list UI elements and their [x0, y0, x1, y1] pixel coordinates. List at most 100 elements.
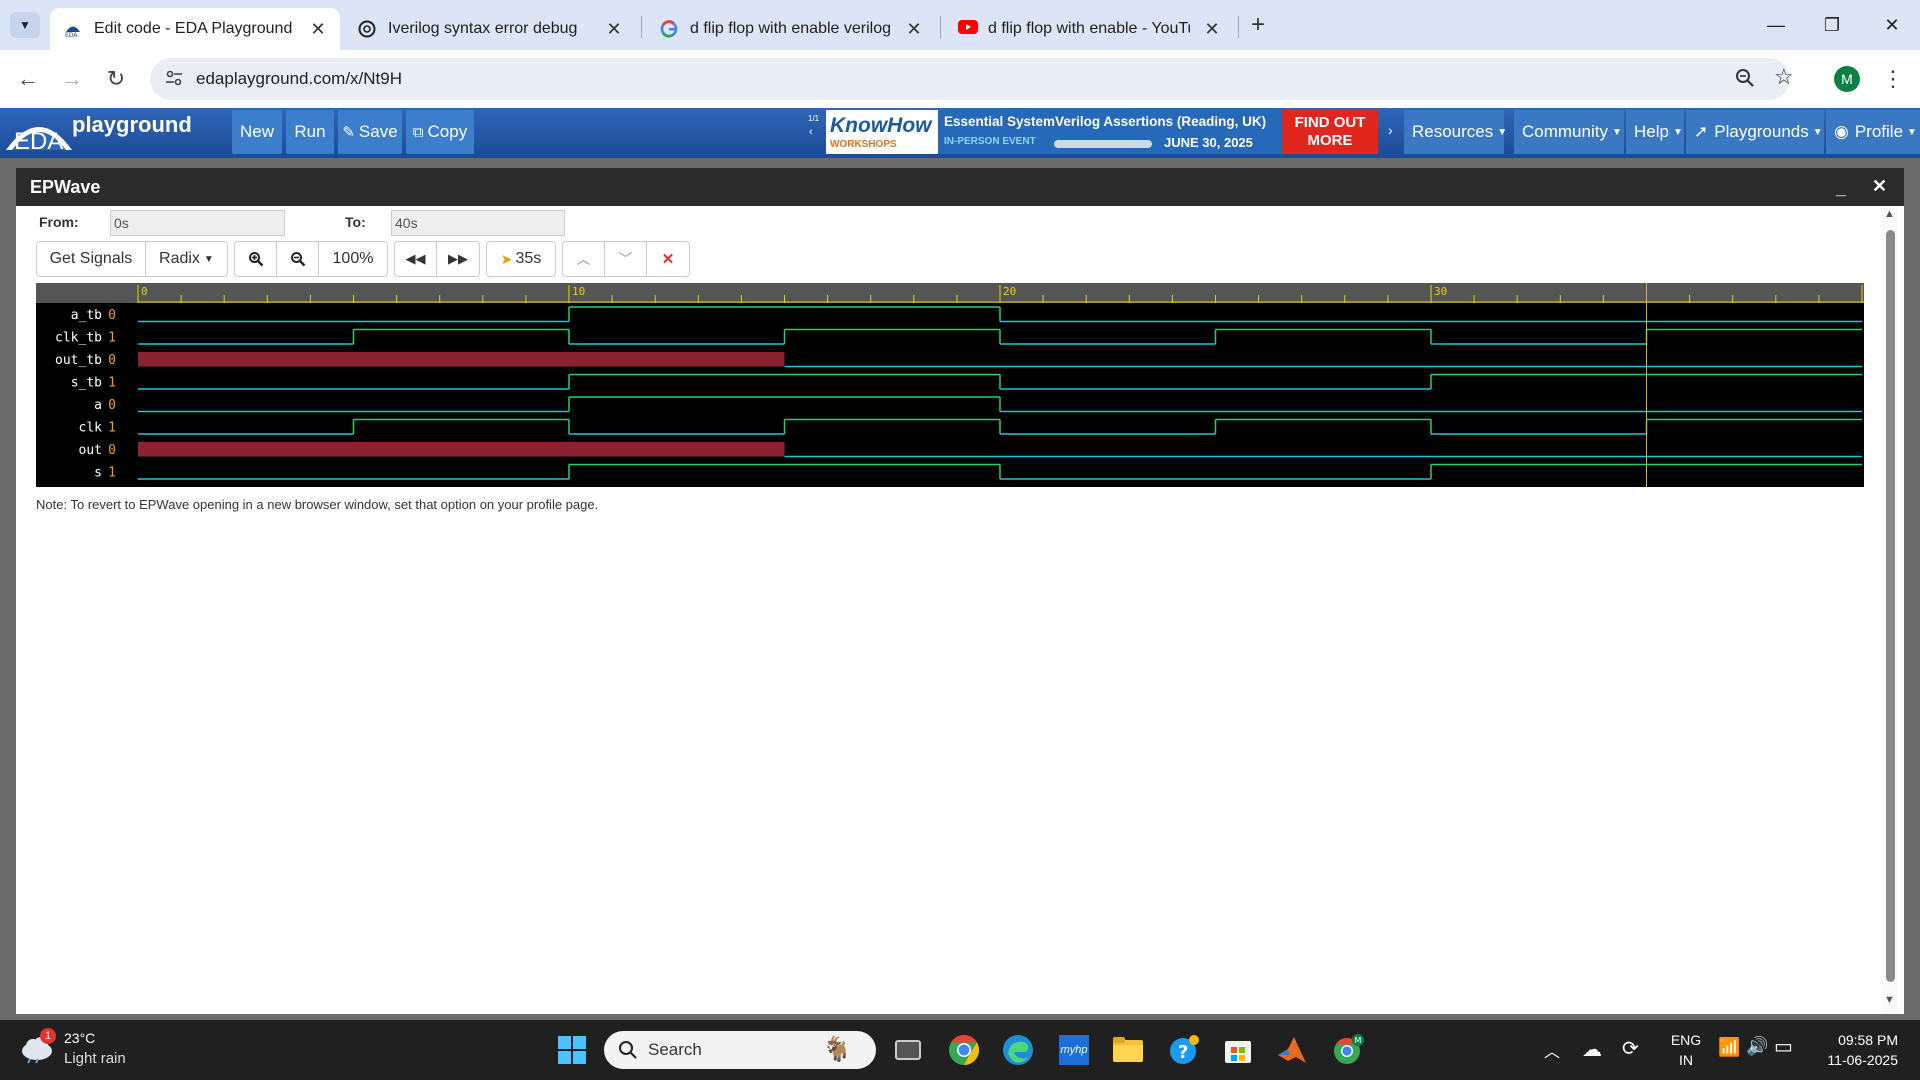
tab-separator	[641, 16, 642, 38]
restore-button[interactable]: ❐	[1804, 0, 1860, 50]
matlab-icon[interactable]	[1272, 1030, 1312, 1070]
signal-name[interactable]: a_tb	[71, 308, 102, 323]
weather-widget[interactable]: 1 23°C Light rain	[20, 1028, 160, 1072]
close-icon[interactable]: ✕	[902, 17, 926, 41]
eda-logo[interactable]: EDA playground	[4, 110, 204, 156]
scroll-thumb[interactable]	[1886, 230, 1895, 982]
new-tab-button[interactable]: +	[1244, 12, 1272, 40]
signal-name[interactable]: out_tb	[55, 353, 102, 368]
waveform-display[interactable]: 0 10 20 30 a_tb 0clk_tb 1out_tb 0s_tb 1a 0clk 1ou…	[36, 283, 1864, 487]
tab-title: Edit code - EDA Playground	[94, 20, 293, 37]
eda-logo-text: EDA	[14, 128, 64, 155]
rewind-button[interactable]: ◀◀	[395, 242, 438, 276]
new-button[interactable]: New	[232, 110, 282, 154]
taskbar-search[interactable]: Search 🐐	[604, 1031, 876, 1069]
move-down-button[interactable]: ﹀	[605, 242, 647, 276]
arrow-left-icon: ←	[17, 66, 39, 91]
menu-resources[interactable]: Resources ▼	[1404, 110, 1507, 154]
tab-youtube[interactable]: d flip flop with enable - YouTub ✕	[944, 8, 1234, 50]
run-button[interactable]: Run	[286, 110, 334, 154]
close-icon[interactable]: ✕	[306, 17, 330, 41]
signal-name[interactable]: s	[94, 466, 102, 481]
start-button[interactable]	[552, 1030, 592, 1070]
reload-button[interactable]: ↻	[98, 61, 134, 97]
signal-value: 0	[108, 308, 116, 323]
copy-button[interactable]: ⧉ Copy	[406, 110, 474, 154]
language-indicator[interactable]: ENG IN	[1666, 1030, 1706, 1070]
edge-icon[interactable]	[998, 1030, 1038, 1070]
zoom-out-button[interactable]	[277, 242, 319, 276]
cursor-time-button[interactable]: ➤ 35s	[487, 242, 555, 276]
radix-label: Radix	[159, 250, 200, 267]
chrome-icon[interactable]	[944, 1030, 984, 1070]
menu-help[interactable]: Help ▼	[1626, 110, 1684, 154]
close-icon: ✕	[661, 251, 675, 268]
minimize-icon[interactable]: _	[1836, 178, 1846, 199]
get-help-icon[interactable]: ?	[1164, 1030, 1204, 1070]
more-menu-icon[interactable]: ⋮	[1882, 64, 1904, 94]
task-view-icon[interactable]	[888, 1030, 928, 1070]
myhp-icon[interactable]: myhp	[1054, 1030, 1094, 1070]
signal-name[interactable]: clk_tb	[55, 331, 102, 346]
close-icon[interactable]: ✕	[1872, 176, 1887, 197]
volume-icon[interactable]: 🔊	[1746, 1036, 1768, 1057]
ad-prev-icon[interactable]: ‹	[809, 126, 813, 138]
minimize-button[interactable]: —	[1748, 0, 1804, 50]
signal-name[interactable]: clk	[79, 421, 103, 436]
tab-iverilog-debug[interactable]: Iverilog syntax error debug ✕	[344, 8, 636, 50]
menu-profile[interactable]: ◉ Profile ▼	[1826, 110, 1920, 154]
zoom-icon[interactable]	[1734, 67, 1756, 89]
cursor-button-group: ➤ 35s	[486, 241, 556, 277]
bookmark-star-icon[interactable]: ☆	[1774, 64, 1794, 90]
battery-icon[interactable]: ▭	[1774, 1034, 1793, 1059]
remove-signal-button[interactable]: ✕	[647, 242, 689, 276]
scroll-up-icon[interactable]: ▲	[1884, 208, 1895, 220]
menu-community[interactable]: Community ▼	[1514, 110, 1624, 154]
zoom-level[interactable]: 100%	[319, 242, 387, 276]
save-button[interactable]: ✎ Save	[338, 110, 402, 154]
radix-button[interactable]: Radix ▼	[146, 242, 227, 276]
back-button[interactable]: ←	[10, 61, 46, 97]
scroll-down-icon[interactable]: ▼	[1884, 994, 1895, 1006]
ad-cta-button[interactable]: FIND OUT MORE	[1282, 110, 1378, 154]
run-label: Run	[294, 122, 326, 141]
navigate-button-group: ◀◀ ▶▶	[394, 241, 480, 277]
youtube-icon	[958, 20, 978, 38]
wifi-icon[interactable]: 📶	[1718, 1037, 1740, 1058]
zoom-in-button[interactable]	[235, 242, 277, 276]
menu-playgrounds[interactable]: ➚ Playgrounds ▼	[1686, 110, 1824, 154]
close-window-button[interactable]: ✕	[1864, 0, 1920, 50]
ad-banner[interactable]: KnowHow WORKSHOPS Essential SystemVerilo…	[826, 110, 1378, 154]
address-bar[interactable]: edaplayground.com/x/Nt9H ☆	[150, 58, 1794, 100]
chrome-profile-icon[interactable]: M	[1328, 1030, 1368, 1070]
to-input[interactable]: 40s	[391, 210, 565, 236]
signal-name[interactable]: s_tb	[71, 376, 102, 391]
show-hidden-icons[interactable]: ︿	[1544, 1038, 1560, 1062]
tab-title: d flip flop with enable - YouTub	[988, 20, 1190, 37]
vertical-scrollbar[interactable]: ▲ ▼	[1882, 208, 1898, 1014]
profile-avatar[interactable]: M	[1834, 66, 1860, 92]
clock[interactable]: 09:58 PM 11-06-2025	[1810, 1030, 1898, 1070]
close-icon[interactable]: ✕	[602, 17, 626, 41]
tab-search-button[interactable]: ▼	[10, 12, 40, 38]
forward-to-end-button[interactable]: ▶▶	[437, 242, 479, 276]
microsoft-store-icon[interactable]	[1218, 1030, 1258, 1070]
close-icon[interactable]: ✕	[1200, 17, 1224, 41]
svg-text:M: M	[1355, 1036, 1362, 1045]
signal-name[interactable]: out	[79, 443, 102, 458]
menu-label: Help	[1634, 122, 1669, 141]
signal-value: 1	[108, 466, 116, 481]
move-up-button[interactable]: ︿	[563, 242, 605, 276]
signal-name[interactable]: a	[94, 398, 102, 413]
forward-button[interactable]: →	[54, 61, 90, 97]
ad-next-icon[interactable]: ›	[1388, 122, 1393, 138]
get-signals-button[interactable]: Get Signals	[37, 242, 146, 276]
pencil-icon: ✎	[342, 124, 355, 141]
file-explorer-icon[interactable]	[1108, 1030, 1148, 1070]
tab-google-search[interactable]: d flip flop with enable verilog co ✕	[646, 8, 936, 50]
tab-eda-playground[interactable]: EDA Edit code - EDA Playground ✕	[50, 8, 340, 50]
site-settings-icon[interactable]	[164, 68, 184, 88]
onedrive-icon[interactable]: ☁	[1582, 1037, 1602, 1062]
sync-icon[interactable]: ⟳	[1622, 1036, 1639, 1061]
from-input[interactable]: 0s	[110, 210, 285, 236]
